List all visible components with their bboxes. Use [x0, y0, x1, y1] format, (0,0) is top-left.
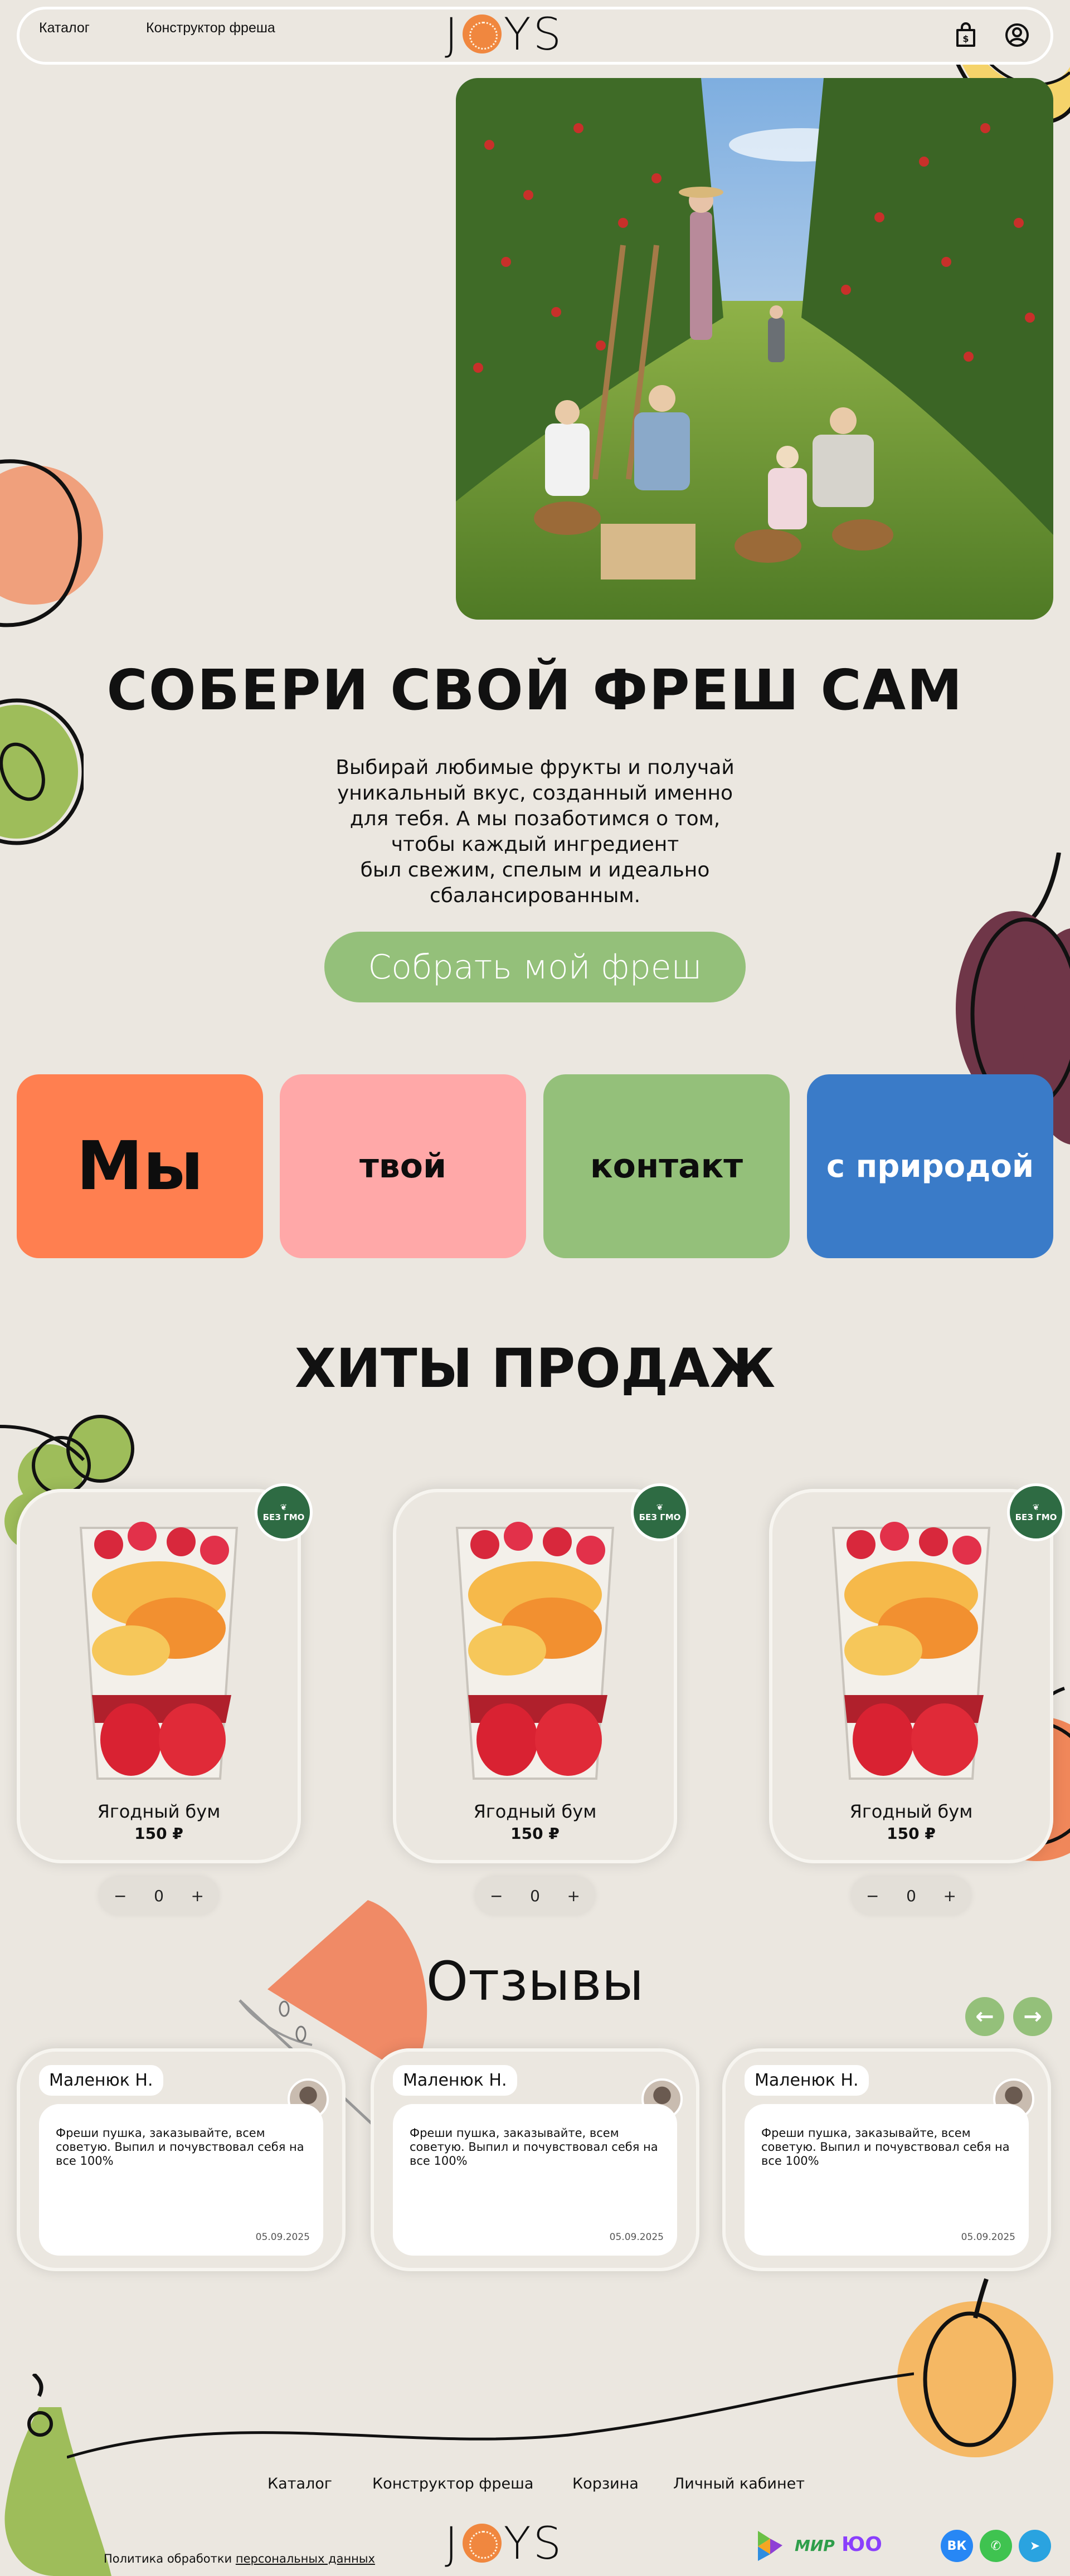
quantity-stepper: − 0 + — [475, 1877, 595, 1915]
product-price: 150 ₽ — [510, 1824, 560, 1843]
hero-text-line: уникальный вкус, созданный именно — [337, 782, 733, 805]
hero-text-line: был свежим, спелым и идеально — [360, 859, 710, 882]
plus-button[interactable]: + — [943, 1887, 956, 1905]
sbp-payment-icon — [758, 2531, 782, 2561]
vk-icon[interactable]: ВК — [941, 2530, 973, 2562]
yoomoney-payment-logo: ЮО — [842, 2533, 882, 2556]
user-icon[interactable] — [1004, 22, 1030, 48]
tile-with-nature: с природой — [807, 1074, 1053, 1258]
review-text: Фреши пушка, заказывайте, всем советую. … — [761, 2126, 1010, 2168]
hits-title: ХИТЫ ПРОДАЖ — [294, 1337, 776, 1400]
arrow-right-icon[interactable]: → — [1013, 1997, 1052, 2036]
hero-text-line: Выбирай любимые фрукты и получай — [335, 756, 735, 779]
quantity-value: 0 — [530, 1886, 540, 1905]
review-body: Фреши пушка, заказывайте, всем советую. … — [39, 2104, 323, 2256]
review-text: Фреши пушка, заказывайте, всем советую. … — [56, 2126, 304, 2168]
review-card: Маленюк Н. Фреши пушка, заказывайте, все… — [722, 2048, 1051, 2271]
logo-suffix: YS — [503, 2517, 564, 2569]
policy-prefix: Политика обработки — [104, 2552, 232, 2565]
berry-fresh-cup-image — [79, 1522, 239, 1780]
review-body: Фреши пушка, заказывайте, всем советую. … — [393, 2104, 677, 2256]
berry-fresh-cup-image — [455, 1522, 615, 1780]
review-date: 05.09.2025 — [961, 2232, 1015, 2243]
tile-contact: контакт — [543, 1074, 790, 1258]
logo-prefix: J — [445, 2517, 460, 2569]
orange-slice-icon — [462, 14, 502, 53]
product-price: 150 ₽ — [134, 1824, 183, 1843]
logo-suffix: YS — [503, 8, 564, 60]
berry-fresh-cup-image — [831, 1522, 991, 1780]
quantity-stepper: − 0 + — [852, 1877, 971, 1915]
review-card: Маленюк Н. Фреши пушка, заказывайте, все… — [371, 2048, 699, 2271]
leaf-icon: ❦ — [280, 1502, 288, 1512]
mir-payment-logo: МИР — [795, 2536, 835, 2555]
header-logo[interactable]: J YS — [445, 8, 564, 60]
shopping-bag-icon[interactable]: $ — [953, 22, 979, 48]
svg-text:$: $ — [962, 33, 969, 44]
review-date: 05.09.2025 — [255, 2232, 310, 2243]
product-card[interactable]: ❦ БЕЗ ГМО Ягодный бум 150 ₽ — [769, 1483, 1065, 1863]
review-author: Маленюк Н. — [745, 2065, 869, 2096]
plus-button[interactable]: + — [191, 1887, 204, 1905]
product-card[interactable]: ❦ БЕЗ ГМО Ягодный бум 150 ₽ — [393, 1483, 689, 1863]
build-fresh-button[interactable]: Собрать мой фреш — [324, 932, 746, 1002]
arrow-left-icon[interactable]: ← — [965, 1997, 1004, 2036]
quantity-stepper: − 0 + — [99, 1877, 218, 1915]
footer-account-link[interactable]: Личный кабинет — [673, 2475, 805, 2492]
peach-doodle — [0, 459, 103, 627]
footer-logo: J YS — [445, 2517, 563, 2569]
badge-label: БЕЗ ГМО — [1015, 1512, 1057, 1522]
minus-button[interactable]: − — [866, 1887, 879, 1905]
orange-slice-icon — [462, 2524, 502, 2563]
logo-prefix: J — [445, 8, 460, 60]
product-name: Ягодный бум — [849, 1801, 973, 1822]
product-price: 150 ₽ — [887, 1824, 936, 1843]
product-name: Ягодный бум — [97, 1801, 221, 1822]
no-gmo-badge: ❦ БЕЗ ГМО — [255, 1483, 313, 1541]
plus-button[interactable]: + — [567, 1887, 580, 1905]
hero-title: СОБЕРИ СВОЙ ФРЕШ САМ — [106, 658, 964, 723]
hero-text-line: сбалансированным. — [429, 884, 641, 907]
quantity-value: 0 — [906, 1886, 916, 1905]
tile-we: Мы — [17, 1074, 263, 1258]
minus-button[interactable]: − — [114, 1887, 127, 1905]
no-gmo-badge: ❦ БЕЗ ГМО — [1007, 1483, 1065, 1541]
whatsapp-icon[interactable]: ✆ — [980, 2530, 1012, 2562]
privacy-policy-text: Политика обработки персональных данных — [104, 2552, 375, 2565]
footer-catalog-link[interactable]: Каталог — [268, 2475, 332, 2492]
leaf-icon: ❦ — [656, 1502, 664, 1512]
product-card[interactable]: ❦ БЕЗ ГМО Ягодный бум 150 ₽ — [17, 1483, 313, 1863]
footer-cart-link[interactable]: Корзина — [572, 2475, 639, 2492]
privacy-policy-link[interactable]: персональных данных — [236, 2552, 375, 2565]
hero-text-line: для тебя. А мы позаботимся о том, — [349, 807, 721, 830]
nav-constructor-link[interactable]: Конструктор фреша — [146, 20, 275, 36]
telegram-icon[interactable]: ➤ — [1019, 2530, 1051, 2562]
review-author: Маленюк Н. — [39, 2065, 163, 2096]
leaf-icon: ❦ — [1032, 1502, 1040, 1512]
quantity-value: 0 — [154, 1886, 164, 1905]
product-name: Ягодный бум — [473, 1801, 597, 1822]
hero-text-line: чтобы каждый ингредиент — [391, 833, 679, 856]
review-card: Маленюк Н. Фреши пушка, заказывайте, все… — [17, 2048, 346, 2271]
review-date: 05.09.2025 — [609, 2232, 664, 2243]
nav-catalog-link[interactable]: Каталог — [39, 20, 90, 36]
reviews-title: Отзывы — [426, 1950, 644, 2013]
minus-button[interactable]: − — [490, 1887, 503, 1905]
hero-description: Выбирай любимые фрукты и получай уникаль… — [312, 755, 758, 909]
footer-constructor-link[interactable]: Конструктор фреша — [372, 2475, 533, 2492]
vk-label: ВК — [947, 2539, 967, 2553]
no-gmo-badge: ❦ БЕЗ ГМО — [631, 1483, 689, 1541]
badge-label: БЕЗ ГМО — [262, 1512, 305, 1522]
review-author: Маленюк Н. — [393, 2065, 517, 2096]
hero-orchard-image — [456, 78, 1053, 620]
wave-line-decoration — [67, 2372, 914, 2459]
review-body: Фреши пушка, заказывайте, всем советую. … — [745, 2104, 1029, 2256]
badge-label: БЕЗ ГМО — [639, 1512, 681, 1522]
tile-your: твой — [280, 1074, 526, 1258]
review-text: Фреши пушка, заказывайте, всем советую. … — [410, 2126, 658, 2168]
